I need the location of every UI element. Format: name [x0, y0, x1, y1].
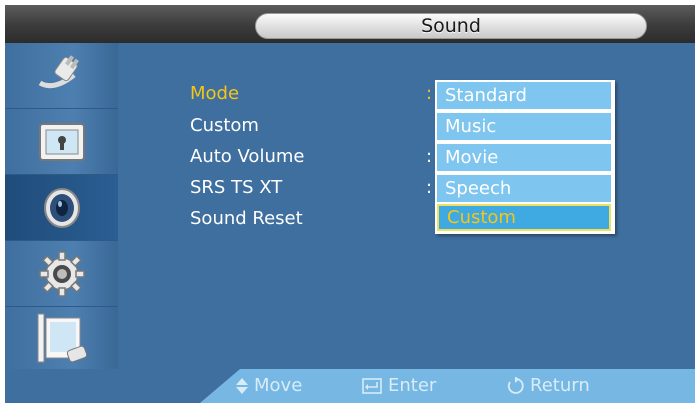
auto-volume-colon: :	[426, 146, 433, 167]
option-music[interactable]: Music	[437, 113, 611, 140]
title-bar: Sound	[5, 5, 695, 43]
setup-gear-icon	[38, 250, 85, 297]
speaker-icon	[43, 187, 80, 228]
option-custom[interactable]: Custom	[437, 204, 611, 231]
mode-colon: :	[426, 83, 433, 104]
menu-item-mode[interactable]: Mode	[190, 83, 239, 105]
rail-item-picture[interactable]	[5, 109, 118, 175]
move-label: Move	[254, 375, 303, 396]
srs-colon: :	[426, 177, 433, 198]
menu-item-custom[interactable]: Custom	[190, 115, 259, 137]
rail-item-multi-screen[interactable]	[5, 307, 118, 373]
menu-item-auto-volume[interactable]: Auto Volume	[190, 146, 304, 168]
option-movie[interactable]: Movie	[437, 144, 611, 171]
rail-item-input[interactable]	[5, 43, 118, 109]
menu-item-sound-reset[interactable]: Sound Reset	[190, 208, 303, 230]
return-arrow-icon	[506, 377, 524, 395]
return-hint: Return	[506, 373, 590, 399]
enter-hint: Enter	[362, 373, 436, 399]
multi-screen-icon	[37, 313, 87, 363]
menu-item-srs-ts-xt[interactable]: SRS TS XT	[190, 177, 282, 199]
up-down-arrow-icon	[236, 378, 248, 394]
enter-label: Enter	[388, 375, 437, 396]
picture-icon	[38, 122, 85, 161]
input-plug-icon	[38, 54, 79, 88]
option-speech[interactable]: Speech	[437, 175, 611, 202]
osd-panel: Sound Mode: Custom Auto Volume: SRS TS…	[5, 5, 695, 379]
mode-dropdown: Standard Music Movie Speech Custom	[435, 80, 615, 234]
enter-icon	[362, 378, 382, 394]
option-standard[interactable]: Standard	[437, 82, 611, 109]
rail-item-sound[interactable]	[5, 175, 118, 241]
rail-item-setup[interactable]	[5, 241, 118, 307]
return-label: Return	[530, 375, 590, 396]
page-title: Sound	[255, 13, 647, 39]
move-hint: Move	[236, 373, 302, 399]
category-rail	[5, 43, 118, 379]
